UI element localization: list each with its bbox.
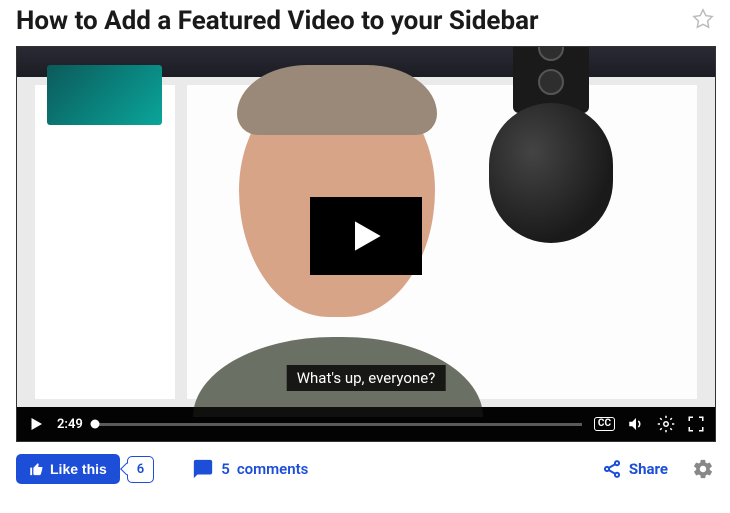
- like-label: Like this: [50, 461, 107, 477]
- favorite-button[interactable]: [692, 8, 714, 34]
- share-button[interactable]: Share: [602, 459, 668, 479]
- volume-button[interactable]: [627, 415, 645, 433]
- play-small-button[interactable]: [27, 415, 45, 433]
- comment-icon: [192, 458, 214, 480]
- like-button[interactable]: Like this: [16, 454, 120, 484]
- page-title: How to Add a Featured Video to your Side…: [16, 6, 539, 36]
- page-header: How to Add a Featured Video to your Side…: [16, 0, 714, 46]
- gear-icon: [657, 415, 675, 433]
- share-label: Share: [629, 460, 668, 478]
- share-icon: [602, 459, 622, 479]
- cc-button[interactable]: CC: [594, 417, 615, 431]
- settings-button[interactable]: [657, 415, 675, 433]
- video-caption: What's up, everyone?: [287, 365, 446, 391]
- progress-bar[interactable]: [95, 423, 582, 426]
- progress-handle[interactable]: [90, 420, 99, 429]
- fullscreen-button[interactable]: [687, 415, 705, 433]
- video-controls: 2:49 CC: [17, 407, 715, 441]
- fullscreen-icon: [687, 415, 705, 433]
- action-bar: Like this 6 5 comments Share: [16, 442, 714, 496]
- comments-link[interactable]: 5 comments: [192, 458, 308, 480]
- comments-count: 5: [221, 460, 230, 478]
- thumbs-up-icon: [29, 462, 44, 477]
- post-settings-button[interactable]: [692, 458, 714, 480]
- video-player[interactable]: What's up, everyone? 2:49 CC: [16, 46, 716, 442]
- video-duration: 2:49: [57, 417, 83, 432]
- volume-icon: [627, 415, 645, 433]
- comments-label: comments: [237, 460, 309, 478]
- gear-icon: [692, 458, 714, 480]
- play-icon: [27, 415, 45, 433]
- star-icon: [692, 8, 714, 30]
- play-icon: [344, 214, 388, 258]
- cc-icon: CC: [594, 417, 615, 431]
- like-count[interactable]: 6: [127, 456, 154, 483]
- play-button[interactable]: [310, 197, 422, 275]
